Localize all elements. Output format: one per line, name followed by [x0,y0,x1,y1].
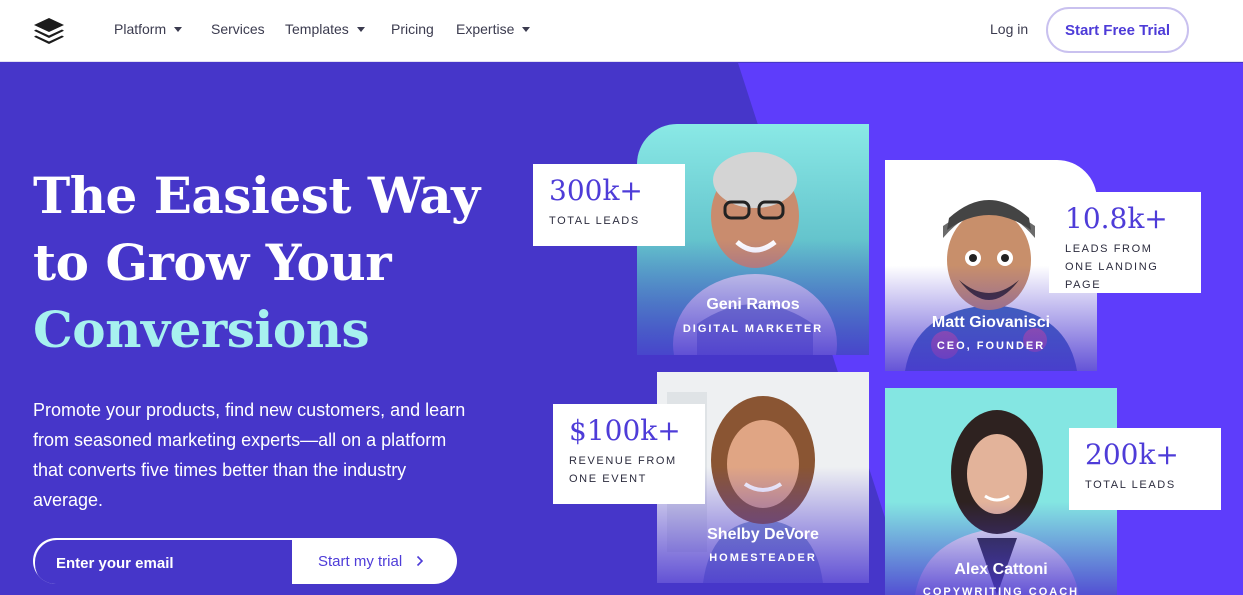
person-role: DIGITAL MARKETER [682,323,824,335]
nav-label: Templates [285,21,349,37]
nav-item-platform[interactable]: Platform [114,21,183,37]
chevron-right-icon [417,555,424,567]
nav-item-templates[interactable]: Templates [285,21,365,37]
stat-label: REVENUE FROM ONE EVENT [569,455,677,485]
person-name: Matt Giovanisci [931,314,1051,331]
headline-line-3: Conversions [33,300,370,359]
start-trial-label: Start my trial [318,552,403,570]
stat-label: LEADS FROM ONE LANDING PAGE [1065,243,1159,291]
stat-card-total-leads-2: 200k+ TOTAL LEADS [1069,428,1221,510]
start-trial-button[interactable]: Start my trial [294,538,457,584]
headline-line-2: to Grow Your [33,233,392,292]
stat-card-total-leads: 300k+ TOTAL LEADS [533,164,685,246]
nav-item-services[interactable]: Services [211,21,265,37]
stat-value: 200k+ [1085,438,1179,471]
top-navigation: Platform Services Templates Pricing Expe… [0,0,1243,62]
stat-value: 10.8k+ [1065,202,1168,235]
stat-card-leads-from-one-landing-page: 10.8k+ LEADS FROM ONE LANDING PAGE [1049,192,1201,293]
person-role: CEO, FOUNDER [936,340,1046,352]
stat-card-revenue-from-one-event: $100k+ REVENUE FROM ONE EVENT [553,404,705,504]
person-name: Alex Cattoni [954,561,1048,578]
person-name: Geni Ramos [706,296,800,313]
person-role: COPYWRITING COACH [922,586,1080,595]
nav-item-expertise[interactable]: Expertise [456,21,531,37]
stat-value: 300k+ [549,174,643,207]
nav-item-pricing[interactable]: Pricing [391,21,434,37]
person-role: HOMESTEADER [709,552,817,564]
nav-label: Pricing [391,21,434,37]
hero-headline: The Easiest Way to Grow Your Conversions [33,162,480,363]
start-free-trial-button[interactable]: Start Free Trial [1046,7,1189,53]
stat-value: $100k+ [569,414,681,447]
nav-label: Platform [114,21,167,37]
stat-label: TOTAL LEADS [1085,479,1176,491]
stacked-layers-logo-icon[interactable] [33,17,65,45]
hero-subtext: Promote your products, find new customer… [33,400,466,510]
nav-label: Services [211,21,265,37]
caret-down-icon [522,26,531,32]
signup-form: Enter your email Start my trial [33,538,457,584]
person-name: Shelby DeVore [707,526,819,543]
headline-line-1: The Easiest Way [33,166,480,225]
login-link[interactable]: Log in [990,21,1028,37]
nav-label: Expertise [456,21,515,37]
caret-down-icon [174,26,183,32]
caret-down-icon [356,26,365,32]
email-input[interactable]: Enter your email [35,540,292,584]
stat-label: TOTAL LEADS [549,215,640,227]
